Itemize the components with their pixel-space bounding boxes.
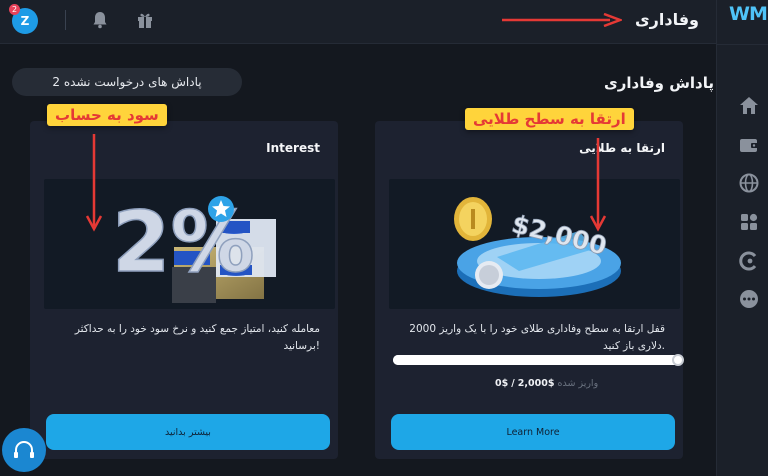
page-title: وفاداری xyxy=(635,10,699,29)
deposit-current-amount: $0 xyxy=(495,378,509,389)
deposit-separator: / xyxy=(511,378,515,389)
gift-icon[interactable] xyxy=(136,11,154,29)
home-icon[interactable] xyxy=(738,95,760,117)
gold-upgrade-card-description: قفل ارتقا به سطح وفاداری طلای خود را با … xyxy=(409,323,665,352)
support-chat-button[interactable] xyxy=(2,428,46,472)
annotation-arrow-down-left xyxy=(85,134,103,232)
deposit-progress-caption: واریز شده xyxy=(557,378,599,389)
annotation-label-interest: سود به حساب xyxy=(47,104,167,126)
headset-icon xyxy=(14,441,34,458)
deposit-target-amount: $2,000 xyxy=(517,378,555,389)
bell-icon[interactable] xyxy=(92,11,108,29)
sidebar-divider xyxy=(717,44,768,45)
deposit-progress-bar xyxy=(393,354,684,366)
gold-upgrade-card: ارتقا به طلایی $2,000 قفل ارتقا به سطح و… xyxy=(375,121,684,459)
cashback-icon[interactable] xyxy=(738,250,760,272)
more-icon[interactable] xyxy=(738,288,760,310)
gold-graphic: $2,000 xyxy=(454,197,621,297)
brand-logo[interactable]: WM xyxy=(729,3,768,25)
sidebar: WM xyxy=(716,0,768,476)
learn-more-interest-label: بیشتر بدانید xyxy=(165,426,211,438)
deposit-progress-knob xyxy=(672,354,684,366)
gold-illustration: $2,000 xyxy=(389,179,680,309)
avatar-letter: Z xyxy=(20,14,30,28)
learn-more-gold-label: Learn More xyxy=(506,426,560,438)
learn-more-gold-button[interactable]: Learn More xyxy=(391,414,675,450)
interest-card-title: Interest xyxy=(266,141,320,155)
section-title: پاداش وفاداری xyxy=(604,74,715,92)
unclaimed-rewards-text: 2 پاداش های درخواست نشده xyxy=(52,75,202,89)
deposit-progress-text: واریز شده $2,000 / $0 xyxy=(495,378,598,389)
annotation-arrow-right xyxy=(502,13,622,27)
annotation-arrow-down-right xyxy=(589,138,607,232)
notification-count-badge: 2 xyxy=(9,4,20,15)
interest-card: Interest 2% معامله کنید، امتیاز جمع کنید… xyxy=(30,121,338,459)
wallet-icon[interactable] xyxy=(738,134,760,156)
top-bar: Z 2 وفاداری xyxy=(0,0,716,44)
apps-icon[interactable] xyxy=(738,211,760,233)
interest-card-description: معامله کنید، امتیاز جمع کنید و نرخ سود خ… xyxy=(74,323,320,352)
deposit-progress-fill xyxy=(393,355,683,365)
unclaimed-rewards-pill[interactable]: 2 پاداش های درخواست نشده xyxy=(12,68,242,96)
learn-more-interest-button[interactable]: بیشتر بدانید xyxy=(46,414,330,450)
annotation-label-gold: ارتقا به سطح طلایی xyxy=(465,108,634,130)
topbar-divider xyxy=(65,10,66,30)
globe-icon[interactable] xyxy=(738,172,760,194)
